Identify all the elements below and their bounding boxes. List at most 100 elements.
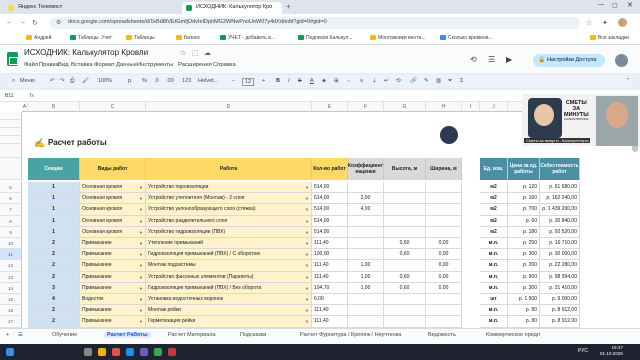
move-folder-icon[interactable]: ⬚ <box>192 49 199 57</box>
work-cell[interactable]: Герметизация рейки ▼ <box>146 316 312 328</box>
quantity-cell[interactable]: 514,00 <box>312 215 348 227</box>
work-cell[interactable]: Монтаж рейки ▼ <box>146 305 312 317</box>
row-header[interactable]: 12 <box>0 260 22 272</box>
dropdown-arrow-icon[interactable]: ▼ <box>139 283 143 293</box>
work-cell[interactable]: Устройство разделительного слоя ▼ <box>146 215 312 227</box>
height-cell[interactable] <box>384 215 426 227</box>
dropdown-arrow-icon[interactable]: ▼ <box>305 227 309 237</box>
meet-icon[interactable]: ▶ <box>506 55 512 64</box>
cost-cell[interactable]: р. 92 520,00 <box>540 226 580 238</box>
coefficient-cell[interactable] <box>348 226 384 238</box>
cost-cell[interactable]: р. 8 912,00 <box>540 316 580 328</box>
search-menus-icon[interactable]: ⌕ <box>12 78 15 85</box>
cost-cell[interactable]: р. 9 000,00 <box>540 294 580 306</box>
link-icon[interactable]: 🔗 <box>410 78 417 84</box>
quantity-cell[interactable]: 514,00 <box>312 226 348 238</box>
telegram-icon[interactable] <box>126 348 134 356</box>
dropdown-arrow-icon[interactable]: ▼ <box>139 249 143 259</box>
price-cell[interactable]: р. 300 <box>508 249 540 261</box>
cost-cell[interactable]: р. 1 439 200,00 <box>540 204 580 216</box>
width-cell[interactable]: 0,00 <box>426 238 462 250</box>
bookmark-item[interactable]: Андрей <box>26 35 51 41</box>
dropdown-arrow-icon[interactable]: ▼ <box>305 216 309 226</box>
section-cell[interactable]: 1 <box>28 226 80 238</box>
height-cell[interactable]: 0,60 <box>384 238 426 250</box>
language-indicator[interactable]: РУС <box>578 348 588 354</box>
bookmark-item[interactable]: Бизнес <box>176 35 200 41</box>
menu-item[interactable]: Расширения <box>178 62 212 68</box>
row-header[interactable] <box>0 158 22 180</box>
section-cell[interactable]: 4 <box>28 294 80 306</box>
coefficient-cell[interactable]: 1,00 <box>348 260 384 272</box>
section-cell[interactable]: 3 <box>28 282 80 294</box>
quantity-cell[interactable]: 111,40 <box>312 238 348 250</box>
work-type-cell[interactable]: Основная кровля ▼ <box>80 215 146 227</box>
font-size-field[interactable]: 12 <box>242 78 255 86</box>
all-sheets-icon[interactable]: ☰ <box>18 332 23 338</box>
cost-cell[interactable]: р. 98 994,00 <box>540 271 580 283</box>
dropdown-arrow-icon[interactable]: ▼ <box>305 249 309 259</box>
decimal-increase-icon[interactable]: .00 <box>166 78 174 84</box>
bookmark-item[interactable]: Монтажники венти... <box>370 35 425 41</box>
cost-cell[interactable]: р. 31 410,00 <box>540 282 580 294</box>
dropdown-arrow-icon[interactable]: ▼ <box>305 294 309 304</box>
profile-avatar[interactable] <box>618 18 627 27</box>
undo-icon[interactable]: ↶ <box>50 78 55 84</box>
font-size-decrease-icon[interactable]: − <box>232 78 235 84</box>
bookmark-item[interactable]: Подписки Калькул... <box>298 35 353 41</box>
menu-item[interactable]: Данные <box>116 62 137 68</box>
unit-cell[interactable]: м2 <box>480 226 508 238</box>
price-cell[interactable]: р. 180 <box>508 226 540 238</box>
dropdown-arrow-icon[interactable]: ▼ <box>305 283 309 293</box>
row-header[interactable] <box>0 144 22 158</box>
width-cell[interactable] <box>426 204 462 216</box>
menu-item[interactable]: Вставка <box>71 62 93 68</box>
cost-cell[interactable]: р. 162 240,00 <box>540 193 580 205</box>
dropdown-arrow-icon[interactable]: ▼ <box>305 316 309 326</box>
unit-cell[interactable]: м2 <box>480 215 508 227</box>
star-icon[interactable]: ☆ <box>180 49 186 57</box>
work-type-cell[interactable]: Примыкание ▼ <box>80 238 146 250</box>
cost-cell[interactable]: р. 30 840,00 <box>540 215 580 227</box>
cost-cell[interactable]: р. 61 680,00 <box>540 182 580 194</box>
cost-cell[interactable]: р. 8 912,00 <box>540 305 580 317</box>
width-cell[interactable] <box>426 215 462 227</box>
more-formats-icon[interactable]: 123 <box>182 78 191 84</box>
currency-format[interactable]: р. <box>128 78 133 84</box>
history-icon[interactable]: ⟲ <box>470 55 477 64</box>
explorer-icon[interactable] <box>98 348 106 356</box>
borders-icon[interactable]: ⊞ <box>334 78 339 84</box>
cost-cell[interactable]: р. 16 710,00 <box>540 238 580 250</box>
bookmark-item[interactable]: УЧЕТ - добавить в... <box>220 35 275 41</box>
unit-cell[interactable]: шт <box>480 294 508 306</box>
unit-cell[interactable]: м.п. <box>480 271 508 283</box>
menu-item[interactable]: Вид <box>58 62 69 68</box>
document-title[interactable]: ИСХОДНИК: Калькулятор Кровли <box>24 48 148 57</box>
zoom-select[interactable]: 100% <box>98 78 112 84</box>
quantity-cell[interactable]: 514,00 <box>312 182 348 194</box>
coefficient-cell[interactable] <box>348 316 384 328</box>
work-cell[interactable]: Гидроизоляция примыканий (ПВХ) / Без обо… <box>146 282 312 294</box>
reload-icon[interactable]: ↻ <box>32 19 38 27</box>
work-cell[interactable]: Устройство утеплителя (Монтаж) - 2 слоя ▼ <box>146 193 312 205</box>
coefficient-cell[interactable] <box>348 215 384 227</box>
new-tab-icon[interactable]: + <box>286 2 291 11</box>
quantity-cell[interactable]: 104,70 <box>312 282 348 294</box>
dropdown-arrow-icon[interactable]: ▼ <box>139 305 143 315</box>
column-header[interactable]: I <box>462 102 480 112</box>
search-icon[interactable] <box>84 348 92 356</box>
quantity-cell[interactable]: 100,00 <box>312 249 348 261</box>
coefficient-cell[interactable] <box>348 182 384 194</box>
unit-cell[interactable]: м.п. <box>480 282 508 294</box>
work-type-cell[interactable]: Примыкание ▼ <box>80 305 146 317</box>
bookmark-item[interactable]: Таблицы <box>126 35 154 41</box>
paint-format-icon[interactable]: 🖌 <box>82 78 89 84</box>
section-cell[interactable]: 1 <box>28 182 80 194</box>
text-rotation-icon[interactable]: ⟲ <box>396 78 401 84</box>
work-cell[interactable]: Утепление примыканий ▼ <box>146 238 312 250</box>
quantity-cell[interactable]: 6,00 <box>312 294 348 306</box>
height-cell[interactable]: 0,60 <box>384 271 426 283</box>
app-icon[interactable] <box>140 348 148 356</box>
quantity-cell[interactable]: 111,40 <box>312 271 348 283</box>
dropdown-arrow-icon[interactable]: ▼ <box>305 305 309 315</box>
